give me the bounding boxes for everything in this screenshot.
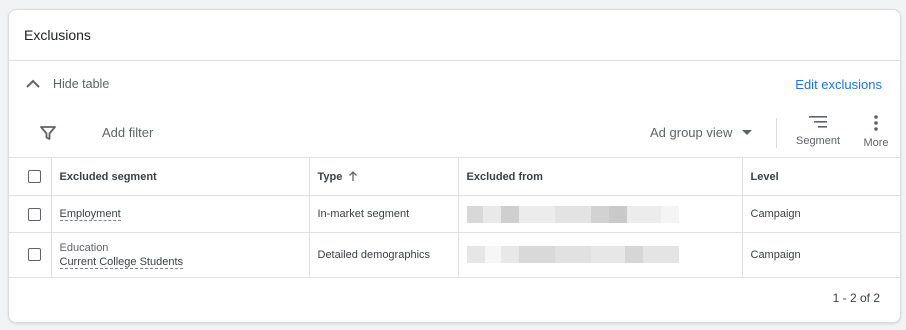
table-row: Education Current College Students Detai… [9,232,900,277]
filter-icon[interactable] [39,124,57,142]
segment-category: Education [59,241,109,254]
pagination-summary: 1 - 2 of 2 [832,291,880,305]
segment-label: Segment [795,135,841,147]
header-level[interactable]: Level [741,157,900,196]
header-select-all-cell [9,157,51,196]
excluded-from-cell [457,232,742,277]
redacted-value [466,246,679,264]
view-selector-dropdown[interactable]: Ad group view [650,125,753,140]
view-selector-value: Ad group view [650,125,733,140]
segment-name[interactable]: Current College Students [59,255,184,269]
header-divider [9,60,900,61]
exclusions-card: Exclusions Hide table Edit exclusions Ad… [8,9,901,323]
segment-button[interactable]: Segment [794,115,842,147]
select-all-checkbox[interactable] [28,170,41,183]
excluded-segment-cell: Education Current College Students [50,232,309,277]
segment-icon [809,116,827,128]
row-checkbox[interactable] [28,248,41,262]
table-row: Employment In-market segment Campaign [9,195,900,233]
hide-table-label: Hide table [53,77,110,91]
segment-name[interactable]: Employment [59,208,121,221]
excluded-from-cell [457,195,742,233]
arrow-up-icon [349,171,358,181]
redacted-value [466,205,679,223]
more-label: More [863,137,889,149]
table-header-row: Excluded segment Type Excluded from Leve… [9,157,900,196]
row-select-cell [9,232,51,277]
caret-down-icon [742,130,753,135]
header-excluded-segment[interactable]: Excluded segment [50,157,309,196]
row-select-cell [9,195,51,233]
card-title: Exclusions [24,27,91,43]
toolbar-divider [776,118,777,148]
more-button[interactable]: More [861,115,891,149]
chevron-up-icon [26,79,40,88]
level-cell: Campaign [741,195,900,233]
table-bottom-divider [9,277,900,278]
more-vert-icon [874,115,878,131]
header-type[interactable]: Type [308,157,458,196]
level-cell: Campaign [741,232,900,277]
header-type-label: Type [317,171,343,183]
type-cell: Detailed demographics [308,232,458,277]
row-checkbox[interactable] [28,207,41,221]
exclusions-table: Excluded segment Type Excluded from Leve… [9,157,900,277]
add-filter-button[interactable]: Add filter [102,125,153,140]
header-excluded-from[interactable]: Excluded from [457,157,742,196]
hide-table-toggle[interactable]: Hide table [25,76,109,92]
excluded-segment-cell: Employment [50,195,309,233]
type-cell: In-market segment [308,195,458,233]
edit-exclusions-link[interactable]: Edit exclusions [795,77,882,92]
